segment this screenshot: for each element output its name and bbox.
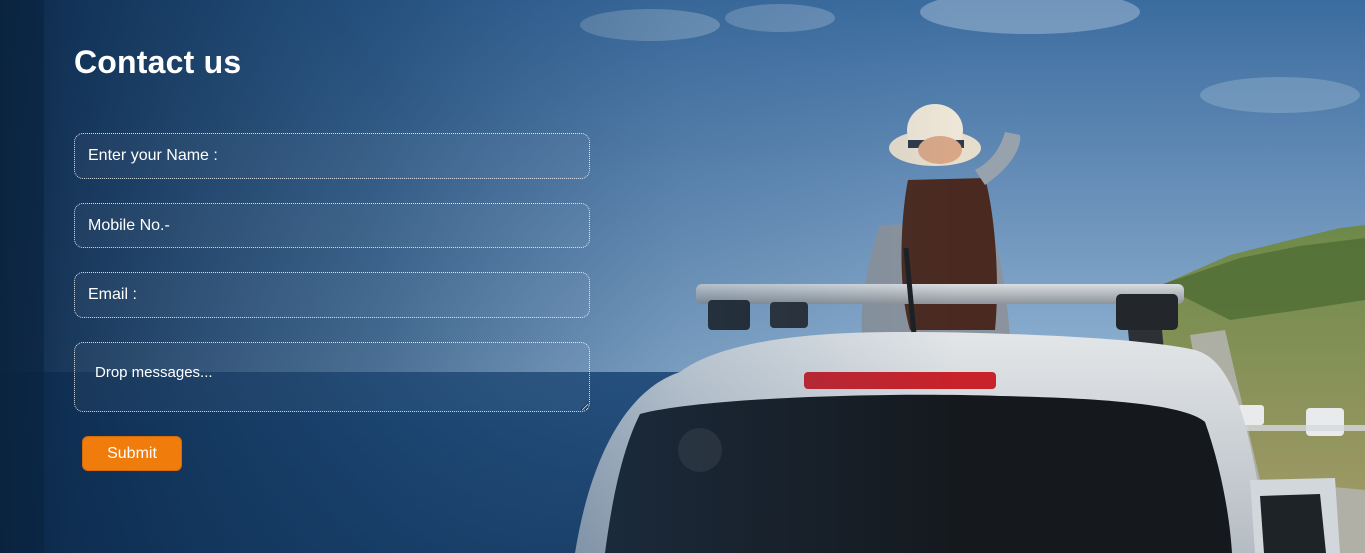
name-input[interactable] <box>74 133 590 179</box>
page-title: Contact us <box>74 44 242 80</box>
contact-hero: Contact us Submit <box>0 0 1365 553</box>
email-input[interactable] <box>74 272 590 318</box>
mobile-input[interactable] <box>74 203 590 248</box>
message-textarea[interactable] <box>74 342 590 412</box>
submit-button[interactable]: Submit <box>82 436 182 471</box>
